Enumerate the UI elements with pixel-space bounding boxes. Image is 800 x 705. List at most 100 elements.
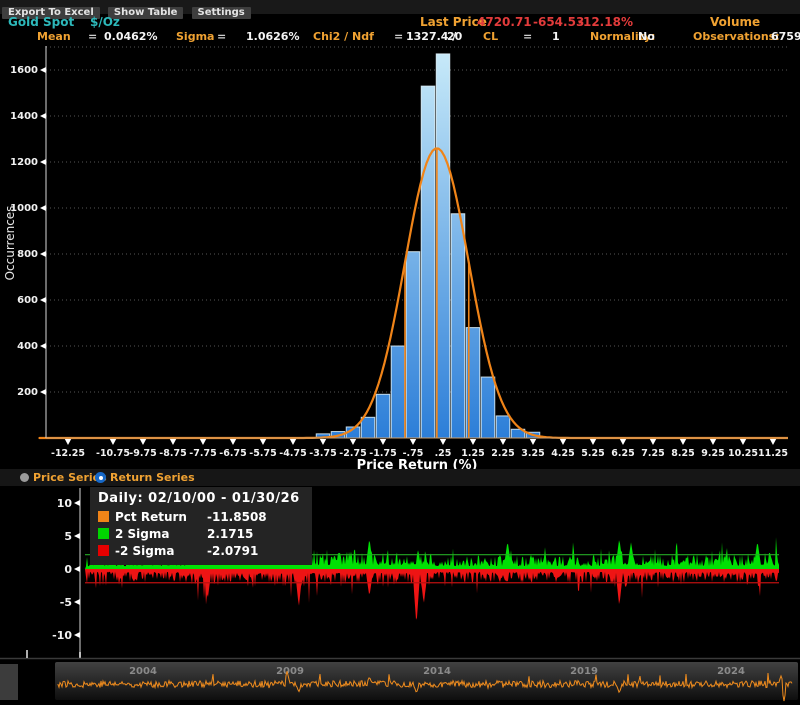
histogram-bar bbox=[451, 214, 465, 438]
return-series-radio-dot bbox=[99, 476, 103, 480]
observations-value: 6759 bbox=[771, 30, 800, 43]
cl-eq: = bbox=[523, 30, 532, 43]
chi2-ndf-label: Chi2 / Ndf bbox=[313, 30, 374, 43]
hist-x-tick-label: 2.25 bbox=[491, 448, 514, 459]
bloomberg-hra-screen: { "toolbar": {"buttons": ["Export To Exc… bbox=[0, 0, 800, 705]
hist-x-tick-label: 4.25 bbox=[551, 448, 574, 459]
hist-x-tick-label: 8.25 bbox=[671, 448, 694, 459]
return-y-tick-arrow bbox=[74, 566, 80, 572]
cl-label: CL bbox=[483, 30, 498, 43]
two-sigma-label: 2 Sigma bbox=[115, 527, 207, 541]
normality-value: No bbox=[638, 30, 655, 43]
toolbar: Export To Excel Show Table Settings bbox=[0, 0, 800, 14]
hist-x-tick-arrow bbox=[620, 439, 626, 445]
hist-y-tick-arrow bbox=[40, 205, 46, 211]
volume-label: Volume bbox=[710, 15, 760, 29]
return-series-radio-label[interactable]: Return Series bbox=[110, 471, 195, 484]
hist-x-tick-arrow bbox=[500, 439, 506, 445]
hist-x-tick-arrow bbox=[230, 439, 236, 445]
hist-y-tick-arrow bbox=[40, 113, 46, 119]
hist-x-tick-label: -12.25 bbox=[51, 448, 85, 459]
hist-x-tick-arrow bbox=[770, 439, 776, 445]
hist-y-tick-arrow bbox=[40, 251, 46, 257]
hist-x-tick-label: -9.75 bbox=[129, 448, 156, 459]
settings-button[interactable]: Settings bbox=[192, 7, 251, 19]
sigma-label: Sigma bbox=[176, 30, 214, 43]
hist-x-tick-arrow bbox=[200, 439, 206, 445]
sigma-eq: = bbox=[217, 30, 226, 43]
two-sigma-value: 2.1715 bbox=[207, 527, 253, 541]
hist-x-tick-arrow bbox=[710, 439, 716, 445]
hist-x-tick-arrow bbox=[290, 439, 296, 445]
pct-return-value: -11.8508 bbox=[207, 510, 267, 524]
legend-box: Daily: 02/10/00 - 01/30/26 Pct Return -1… bbox=[90, 487, 312, 565]
hist-y-axis-title: Occurrences bbox=[3, 206, 17, 281]
hist-y-tick-label: 1400 bbox=[10, 111, 38, 122]
hist-x-tick-arrow bbox=[110, 439, 116, 445]
hist-x-tick-arrow bbox=[380, 439, 386, 445]
rangefinder-year-label: 2014 bbox=[423, 666, 451, 677]
hist-y-tick-arrow bbox=[40, 159, 46, 165]
histogram-bar bbox=[481, 377, 495, 438]
hist-x-tick-arrow bbox=[740, 439, 746, 445]
histogram-bar bbox=[421, 86, 435, 438]
security-unit: $/Oz bbox=[90, 15, 120, 29]
hist-x-tick-label: 11.25 bbox=[758, 448, 788, 459]
price-series-radio[interactable] bbox=[20, 473, 29, 482]
hist-x-tick-label: 7.25 bbox=[641, 448, 664, 459]
last-price-value: 4720.71 bbox=[477, 15, 532, 29]
hist-x-tick-arrow bbox=[650, 439, 656, 445]
rangefinder-year-label: 2019 bbox=[570, 666, 598, 677]
chart-canvas: 2004006008001000120014001600-12.25-10.75… bbox=[0, 0, 800, 705]
hist-x-tick-arrow bbox=[140, 439, 146, 445]
hist-x-tick-arrow bbox=[470, 439, 476, 445]
legend-row-2sigma: 2 Sigma 2.1715 bbox=[98, 525, 300, 542]
return-y-tick-arrow bbox=[74, 533, 80, 539]
return-y-tick-arrow bbox=[74, 500, 80, 506]
scrollbar-left-cap[interactable] bbox=[0, 664, 18, 700]
hist-x-tick-label: 9.25 bbox=[701, 448, 724, 459]
negative-returns-area bbox=[85, 569, 779, 620]
mean-value: 0.0462% bbox=[104, 30, 157, 43]
rangefinder-year-label: 2024 bbox=[717, 666, 745, 677]
hist-x-tick-label: 3.25 bbox=[521, 448, 544, 459]
pct-return-swatch bbox=[98, 511, 109, 522]
price-change: -654.53 bbox=[533, 15, 584, 29]
hist-y-tick-label: 600 bbox=[17, 295, 38, 306]
hist-y-tick-arrow bbox=[40, 67, 46, 73]
return-y-tick-label: 0 bbox=[64, 563, 72, 576]
pct-return-label: Pct Return bbox=[115, 510, 207, 524]
return-y-tick-arrow bbox=[74, 599, 80, 605]
hist-x-tick-arrow bbox=[440, 439, 446, 445]
hist-x-tick-label: -5.75 bbox=[249, 448, 276, 459]
histogram-bar bbox=[361, 417, 375, 438]
return-y-tick-label: 10 bbox=[57, 497, 73, 510]
observations-label: Observations: bbox=[693, 30, 780, 43]
histogram-bar bbox=[406, 252, 420, 438]
hist-x-tick-label: 5.25 bbox=[581, 448, 604, 459]
histogram-bar bbox=[496, 416, 510, 438]
hist-x-tick-arrow bbox=[560, 439, 566, 445]
legend-title: Daily: 02/10/00 - 01/30/26 bbox=[98, 491, 300, 506]
hist-x-tick-label: -7.75 bbox=[189, 448, 216, 459]
hist-x-tick-label: 6.25 bbox=[611, 448, 634, 459]
hist-x-tick-label: -6.75 bbox=[219, 448, 246, 459]
hist-x-tick-label: -3.75 bbox=[309, 448, 336, 459]
hist-y-tick-label: 1600 bbox=[10, 65, 38, 76]
cl-value: 1 bbox=[552, 30, 560, 43]
mean-eq: = bbox=[88, 30, 97, 43]
rangefinder-year-label: 2009 bbox=[276, 666, 304, 677]
security-name: Gold Spot bbox=[8, 15, 74, 29]
histogram-bar bbox=[376, 394, 390, 438]
neg-two-sigma-label: -2 Sigma bbox=[115, 544, 207, 558]
hist-y-tick-label: 200 bbox=[17, 387, 38, 398]
hist-y-tick-arrow bbox=[40, 389, 46, 395]
hist-x-tick-label: -4.75 bbox=[279, 448, 306, 459]
neg-two-sigma-swatch bbox=[98, 545, 109, 556]
hist-x-tick-arrow bbox=[530, 439, 536, 445]
hist-x-tick-arrow bbox=[410, 439, 416, 445]
return-y-tick-label: -5 bbox=[60, 596, 72, 609]
rangefinder-year-label: 2004 bbox=[129, 666, 157, 677]
two-sigma-swatch bbox=[98, 528, 109, 539]
hist-x-tick-arrow bbox=[320, 439, 326, 445]
